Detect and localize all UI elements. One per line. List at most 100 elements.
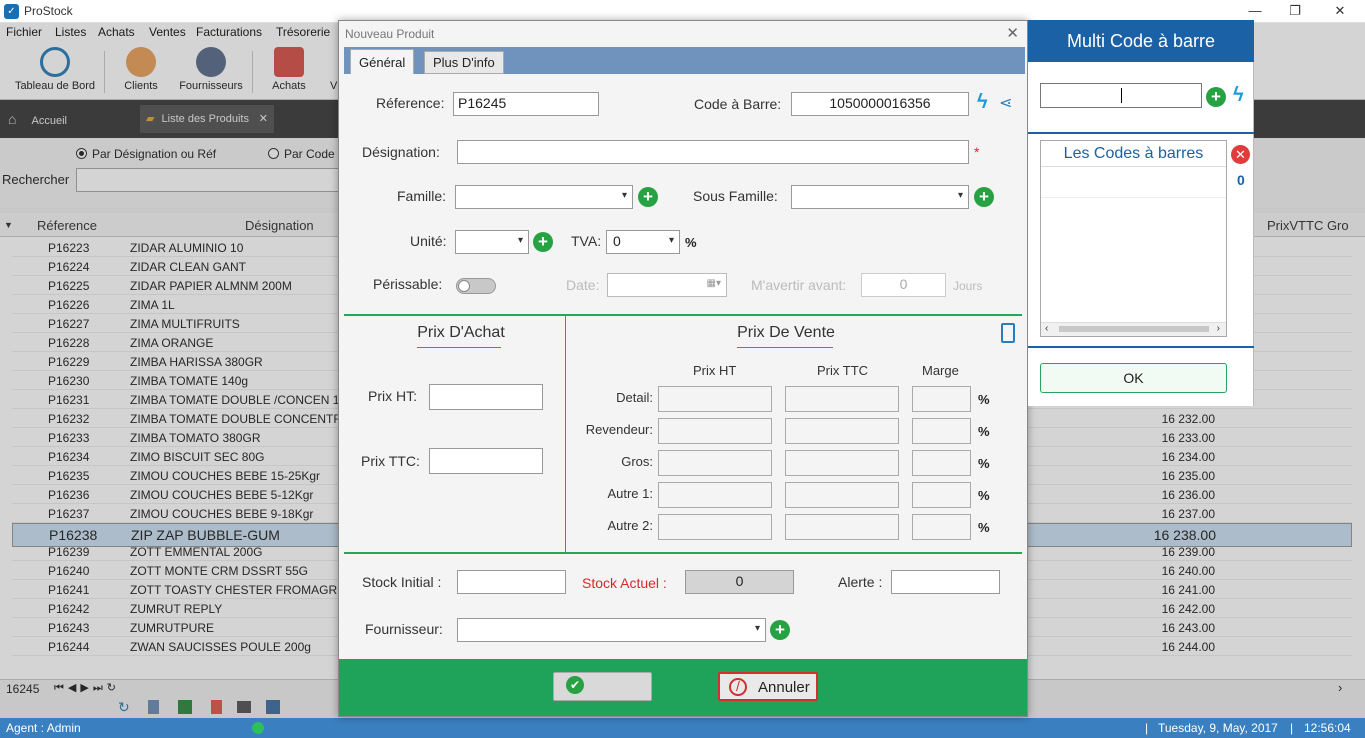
fournisseur-select[interactable]: ▾ xyxy=(457,618,766,642)
fournisseur-label: Fournisseur: xyxy=(365,621,443,637)
tva-percent-label: % xyxy=(685,235,697,250)
scroll-left-icon[interactable]: ‹ xyxy=(1045,323,1048,334)
marge-percent-label: % xyxy=(978,424,990,439)
panel-divider xyxy=(1028,346,1254,348)
vente-ttc-field[interactable] xyxy=(785,482,899,508)
close-window-button[interactable]: ✕ xyxy=(1325,2,1355,20)
vente-ttc-field[interactable] xyxy=(785,450,899,476)
multi-barcode-title: Multi Code à barre xyxy=(1028,20,1254,62)
vente-ht-field[interactable] xyxy=(658,482,772,508)
add-unite-button[interactable]: + xyxy=(533,232,553,252)
multi-barcode-icon[interactable]: ⋖ xyxy=(999,93,1012,113)
price-row-label: Detail: xyxy=(616,390,653,405)
column-prix-ht: Prix HT xyxy=(693,363,737,378)
marge-field[interactable] xyxy=(912,482,971,508)
avertir-label: M'avertir avant: xyxy=(751,277,847,293)
status-time: 12:56:04 xyxy=(1304,721,1351,735)
dialog-close-button[interactable]: ✕ xyxy=(1006,24,1019,42)
add-fournisseur-button[interactable]: + xyxy=(770,620,790,640)
vente-ttc-field[interactable] xyxy=(785,386,899,412)
dialog-tabs: Général Plus D'info xyxy=(344,47,1025,74)
add-famille-button[interactable]: + xyxy=(638,187,658,207)
chevron-down-icon: ▾ xyxy=(754,623,760,634)
price-row-label: Gros: xyxy=(621,454,653,469)
marge-percent-label: % xyxy=(978,488,990,503)
marge-field[interactable] xyxy=(912,450,971,476)
marge-percent-label: % xyxy=(978,520,990,535)
new-product-dialog: Nouveau Produit ✕ Général Plus D'info Ré… xyxy=(338,20,1028,717)
ok-button[interactable]: OK xyxy=(1040,363,1227,393)
prix-achat-ttc-field[interactable] xyxy=(429,448,543,474)
price-row-label: Revendeur: xyxy=(585,422,653,437)
unite-select[interactable]: ▾ xyxy=(455,230,529,254)
required-mark: * xyxy=(974,144,980,160)
perissable-toggle[interactable] xyxy=(456,278,496,294)
section-divider xyxy=(344,552,1022,554)
tab-general[interactable]: Général xyxy=(350,49,415,74)
generate-barcode-icon[interactable]: ϟ xyxy=(1233,84,1244,107)
reference-field[interactable]: P16245 xyxy=(453,92,599,116)
stock-initial-label: Stock Initial : xyxy=(362,574,442,590)
famille-label: Famille: xyxy=(397,188,447,204)
horizontal-scrollbar[interactable]: ‹ › xyxy=(1041,322,1226,336)
panel-divider xyxy=(1028,132,1254,134)
date-label: Date: xyxy=(566,277,600,293)
vente-ht-field[interactable] xyxy=(658,386,772,412)
vente-ttc-field[interactable] xyxy=(785,418,899,444)
save-button[interactable]: ✔ xyxy=(553,672,652,701)
text-caret xyxy=(1121,88,1122,103)
toggle-knob xyxy=(458,280,470,292)
tva-select[interactable]: 0 ▾ xyxy=(606,230,680,254)
famille-select[interactable]: ▾ xyxy=(455,185,633,209)
minimize-button[interactable]: — xyxy=(1240,2,1270,20)
designation-field[interactable] xyxy=(457,140,969,164)
delete-barcode-button[interactable]: ✕ xyxy=(1231,145,1250,164)
scroll-thumb[interactable] xyxy=(1059,326,1209,332)
column-prix-ttc: Prix TTC xyxy=(817,363,869,378)
status-date: Tuesday, 9, May, 2017 xyxy=(1158,721,1278,735)
add-barcode-button[interactable]: + xyxy=(1206,87,1226,107)
app-title: ProStock xyxy=(24,4,73,18)
generate-barcode-icon[interactable]: ϟ xyxy=(977,91,988,114)
add-sous-famille-button[interactable]: + xyxy=(974,187,994,207)
tab-plus-info[interactable]: Plus D'info xyxy=(424,51,504,74)
chevron-down-icon: ▾ xyxy=(517,235,523,246)
multi-barcode-panel: Multi Code à barre + ϟ Les Codes à barre… xyxy=(1028,20,1254,406)
section-divider xyxy=(344,314,1022,316)
prix-ttc-label: Prix TTC: xyxy=(361,453,420,469)
marge-field[interactable] xyxy=(912,386,971,412)
cancel-button[interactable]: / Annuler xyxy=(718,672,818,701)
restore-button[interactable]: ❐ xyxy=(1280,2,1310,20)
barcode-list[interactable]: Les Codes à barres ‹ › xyxy=(1040,140,1227,337)
connection-status-icon xyxy=(252,722,264,734)
stock-actuel-field: 0 xyxy=(685,570,794,594)
barcode-field[interactable]: 1050000016356 xyxy=(791,92,969,116)
vente-ttc-field[interactable] xyxy=(785,514,899,540)
scroll-right-icon[interactable]: › xyxy=(1217,323,1220,334)
barcode-count: 0 xyxy=(1237,172,1245,188)
barcode-input[interactable] xyxy=(1040,83,1202,108)
prix-achat-ht-field[interactable] xyxy=(429,384,543,410)
avertir-field[interactable]: 0 xyxy=(861,273,946,297)
marge-percent-label: % xyxy=(978,392,990,407)
alerte-field[interactable] xyxy=(891,570,1000,594)
dialog-title: Nouveau Produit xyxy=(345,27,435,41)
agent-label: Agent : Admin xyxy=(6,721,81,735)
status-separator: | xyxy=(1145,721,1149,735)
alerte-label: Alerte : xyxy=(838,574,883,590)
marge-field[interactable] xyxy=(912,514,971,540)
vente-ht-field[interactable] xyxy=(658,418,772,444)
date-picker[interactable]: ▦▾ xyxy=(607,273,727,297)
stock-initial-field[interactable] xyxy=(457,570,566,594)
sous-famille-select[interactable]: ▾ xyxy=(791,185,969,209)
app-logo-icon: ✓ xyxy=(4,4,19,19)
checkmark-icon: ✔ xyxy=(566,676,584,694)
list-item[interactable] xyxy=(1041,168,1226,198)
reference-label: Réference: xyxy=(376,95,445,111)
marge-field[interactable] xyxy=(912,418,971,444)
vente-ht-field[interactable] xyxy=(658,450,772,476)
calculator-icon[interactable] xyxy=(1001,323,1015,343)
price-row-label: Autre 1: xyxy=(607,486,653,501)
chevron-down-icon: ▾ xyxy=(621,190,627,201)
vente-ht-field[interactable] xyxy=(658,514,772,540)
